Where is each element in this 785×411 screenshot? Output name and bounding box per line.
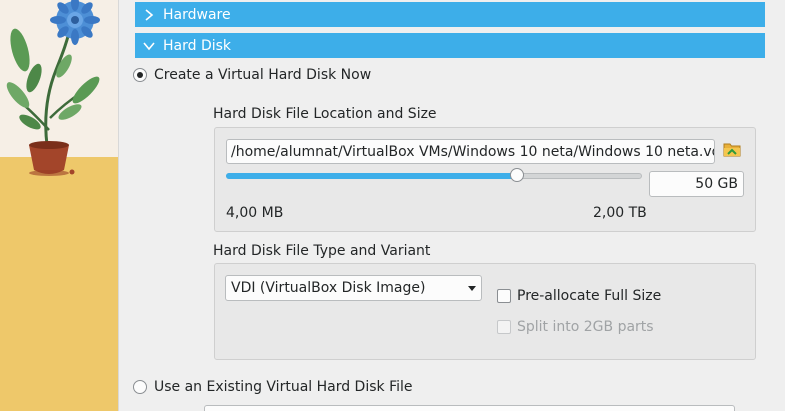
radio-indicator[interactable] xyxy=(133,380,147,394)
preallocate-checkbox[interactable]: Pre-allocate Full Size xyxy=(497,288,661,304)
radio-indicator[interactable] xyxy=(133,68,147,82)
disk-size-slider[interactable] xyxy=(226,168,642,184)
section-hard-disk-label: Hard Disk xyxy=(163,37,232,54)
section-hardware-label: Hardware xyxy=(163,6,231,23)
disk-type-selected: VDI (VirtualBox Disk Image) xyxy=(231,280,426,296)
preallocate-checkbox-box[interactable] xyxy=(497,289,511,303)
use-existing-disk-radio[interactable]: Use an Existing Virtual Hard Disk File xyxy=(133,379,413,395)
create-new-disk-radio[interactable]: Create a Virtual Hard Disk Now xyxy=(133,67,371,83)
section-hard-disk-header[interactable]: Hard Disk xyxy=(135,33,765,58)
location-group-title: Hard Disk File Location and Size xyxy=(213,106,437,122)
wizard-illustration xyxy=(0,0,118,411)
type-group-title: Hard Disk File Type and Variant xyxy=(213,243,431,259)
folder-icon xyxy=(723,141,741,161)
chevron-right-icon xyxy=(135,8,163,21)
use-existing-disk-label: Use an Existing Virtual Hard Disk File xyxy=(154,379,413,395)
split-2gb-checkbox-box xyxy=(497,320,511,334)
preallocate-label: Pre-allocate Full Size xyxy=(517,288,662,304)
existing-disk-selector[interactable] xyxy=(204,405,735,411)
disk-size-field[interactable]: 50 GB xyxy=(649,171,744,197)
panel-separator xyxy=(118,0,119,411)
slider-handle[interactable] xyxy=(510,168,525,182)
create-new-disk-label: Create a Virtual Hard Disk Now xyxy=(154,67,372,83)
split-2gb-label: Split into 2GB parts xyxy=(517,319,654,335)
chevron-down-icon xyxy=(135,41,163,51)
size-range-min: 4,00 MB xyxy=(226,205,284,221)
dropdown-arrow-icon xyxy=(468,285,476,291)
disk-path-field[interactable]: /home/alumnat/VirtualBox VMs/Windows 10 … xyxy=(226,139,715,164)
split-2gb-checkbox: Split into 2GB parts xyxy=(497,319,654,335)
disk-size-value: 50 GB xyxy=(695,176,738,192)
plant-illustration xyxy=(6,0,100,176)
slider-fill xyxy=(226,173,518,179)
browse-folder-button[interactable] xyxy=(722,141,742,161)
disk-type-select[interactable]: VDI (VirtualBox Disk Image) xyxy=(225,275,482,301)
size-range-max: 2,00 TB xyxy=(593,205,647,221)
disk-path-value: /home/alumnat/VirtualBox VMs/Windows 10 … xyxy=(231,143,715,160)
section-hardware-header[interactable]: Hardware xyxy=(135,2,765,27)
